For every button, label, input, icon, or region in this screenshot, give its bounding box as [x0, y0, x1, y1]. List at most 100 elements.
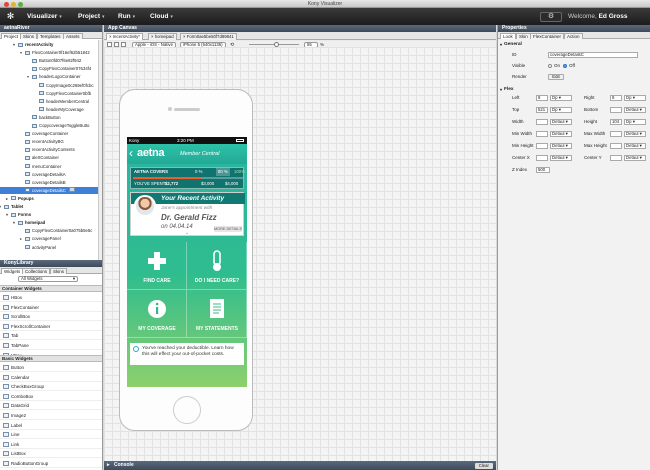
close-icon[interactable]: ×: [151, 34, 154, 39]
container-widgets-header[interactable]: Container Widgets: [0, 285, 102, 292]
id-input[interactable]: coverageDetailsC: [548, 52, 638, 58]
visible-on-radio[interactable]: [548, 64, 552, 68]
back-arrow-icon[interactable]: ‹: [129, 146, 133, 160]
widget-item[interactable]: FlexScrollContainer: [0, 322, 102, 331]
max-width-unit-select[interactable]: Defaul ▾: [624, 131, 646, 137]
console-bar[interactable]: ▸ Console Clear: [104, 461, 496, 470]
tree-item[interactable]: ▾ Forms: [0, 211, 98, 218]
widget-item[interactable]: Button: [0, 363, 102, 372]
widget-item[interactable]: TabPane: [0, 341, 102, 350]
right-input[interactable]: 8: [610, 95, 622, 101]
clear-console-button[interactable]: Clear: [474, 462, 493, 469]
phone-screen[interactable]: Kony 3:20 PM ‹ aetna Member Central AETN…: [127, 137, 247, 387]
tree-item[interactable]: coverageDetailsA: [0, 171, 98, 178]
tree-item[interactable]: coverageDetailsB: [0, 179, 98, 186]
tab-library-skins[interactable]: Skins: [50, 268, 68, 274]
tree-item[interactable]: ▾ headerLogoContainer: [0, 73, 98, 80]
my-coverage-tile[interactable]: MY COVERAGE: [127, 290, 187, 338]
tab-project[interactable]: Project: [1, 33, 22, 39]
tab-assets[interactable]: Assets: [63, 33, 83, 39]
tab-collections[interactable]: Collections: [22, 268, 51, 274]
menu-run[interactable]: Run ▾: [118, 8, 135, 25]
widget-item[interactable]: Calendar: [0, 373, 102, 382]
tree-item[interactable]: activityPanel: [0, 244, 98, 251]
tree-item[interactable]: CopyImage0c269ef0fcbc: [0, 82, 98, 89]
tree-item[interactable]: CopyFlexContainer07634f4: [0, 65, 98, 72]
tree-item[interactable]: CopycoverageToggleButto: [0, 122, 98, 129]
tree-scrollbar[interactable]: [98, 40, 102, 260]
widget-item[interactable]: HBox: [0, 293, 102, 302]
design-canvas[interactable]: Kony 3:20 PM ‹ aetna Member Central AETN…: [104, 47, 496, 461]
max-height-input[interactable]: [610, 143, 622, 149]
chevron-right-icon[interactable]: ▸: [6, 195, 8, 202]
chevron-down-icon[interactable]: ▾: [13, 41, 15, 48]
center-y-input[interactable]: [610, 155, 622, 161]
tab-skins[interactable]: Skins: [20, 33, 38, 39]
center-y-unit-select[interactable]: Defaul ▾: [624, 155, 646, 161]
height-input[interactable]: 104: [610, 119, 622, 125]
left-unit-select[interactable]: Dp ▾: [550, 95, 572, 101]
canvas-tab-homeipad[interactable]: × homeipad: [148, 33, 177, 40]
tree-item[interactable]: headerMemberCentral: [0, 98, 98, 105]
center-x-unit-select[interactable]: Defaul ▾: [550, 155, 572, 161]
widget-item[interactable]: Label: [0, 421, 102, 430]
center-x-input[interactable]: [536, 155, 548, 161]
more-details-button[interactable]: MORE DETAILS: [214, 226, 242, 232]
close-icon[interactable]: ×: [183, 34, 186, 39]
canvas-tab-form[interactable]: × Form0ae5be50f7d89841: [180, 33, 237, 40]
tree-item[interactable]: ▾ Tablet: [0, 203, 98, 210]
minimize-window-button[interactable]: [11, 1, 16, 7]
widget-item[interactable]: DataGrid: [0, 401, 102, 411]
max-width-input[interactable]: [610, 131, 622, 137]
visible-off-radio[interactable]: [563, 64, 567, 68]
min-width-unit-select[interactable]: Defaul ▾: [550, 131, 572, 137]
tree-item[interactable]: coverageContainer: [0, 130, 98, 137]
chevron-down-icon[interactable]: ▾: [6, 211, 8, 218]
chevron-down-icon[interactable]: ▾: [0, 203, 1, 210]
left-input[interactable]: 8: [536, 95, 548, 101]
tab-widgets[interactable]: Widgets: [1, 268, 24, 274]
general-section-header[interactable]: ▾ General: [498, 41, 650, 48]
tree-item[interactable]: CopyFlexContainer0a075b5e5c: [0, 227, 98, 234]
tree-item[interactable]: backButton: [0, 114, 98, 121]
tab-flexcontainer[interactable]: FlexContainer: [530, 33, 565, 39]
widget-item[interactable]: ListBox: [0, 449, 102, 459]
item-options-icon[interactable]: [68, 187, 75, 193]
tree-item[interactable]: Button0fd07f6e82f942: [0, 57, 98, 64]
chevron-right-icon[interactable]: ▸: [20, 235, 22, 242]
flex-section-header[interactable]: ▾ Flex: [498, 86, 650, 93]
widget-item[interactable]: Line: [0, 430, 102, 440]
menu-visualizer[interactable]: Visualizer ▾: [27, 8, 62, 25]
z-index-input[interactable]: 500: [536, 167, 550, 173]
chevron-down-icon[interactable]: ▾: [13, 219, 15, 226]
menu-cloud[interactable]: Cloud ▾: [150, 8, 173, 25]
max-height-unit-select[interactable]: Defaul ▾: [624, 143, 646, 149]
basic-widgets-header[interactable]: Basic Widgets: [0, 355, 102, 362]
widget-item[interactable]: CheckBoxGroup: [0, 382, 102, 392]
tree-item[interactable]: headerMyCoverage: [0, 106, 98, 113]
tree-item[interactable]: CopyFlexContainer0bfb: [0, 90, 98, 97]
expand-icon[interactable]: ▸: [107, 461, 110, 470]
close-window-button[interactable]: [4, 1, 9, 7]
zoom-window-button[interactable]: [18, 1, 23, 7]
right-unit-select[interactable]: Dp ▾: [624, 95, 646, 101]
widget-item[interactable]: Tab: [0, 331, 102, 341]
tree-item[interactable]: alertContainer: [0, 154, 98, 161]
top-unit-select[interactable]: Dp ▾: [550, 107, 572, 113]
tree-item[interactable]: coverageDetailsC: [0, 186, 98, 194]
widget-item[interactable]: ScrollBox: [0, 312, 102, 322]
bottom-input[interactable]: [610, 107, 622, 113]
widget-item[interactable]: Image2: [0, 411, 102, 420]
widget-item[interactable]: FlexContainer: [0, 303, 102, 312]
tree-item[interactable]: recentActivityContents: [0, 146, 98, 153]
width-unit-select[interactable]: Defaul ▾: [550, 119, 572, 125]
top-input[interactable]: 521: [536, 107, 548, 113]
tree-item[interactable]: ▸ coveragePanel: [0, 235, 98, 242]
do-i-need-care-tile[interactable]: DO I NEED CARE?: [187, 242, 247, 290]
min-height-input[interactable]: [536, 143, 548, 149]
find-care-tile[interactable]: FIND CARE: [127, 242, 187, 290]
menu-project[interactable]: Project ▾: [78, 8, 105, 25]
tree-item[interactable]: ▾ FlexContainer0f16ef62b51842: [0, 49, 98, 56]
tab-look[interactable]: Look: [500, 33, 516, 39]
user-name[interactable]: Ed Gross: [599, 13, 628, 20]
